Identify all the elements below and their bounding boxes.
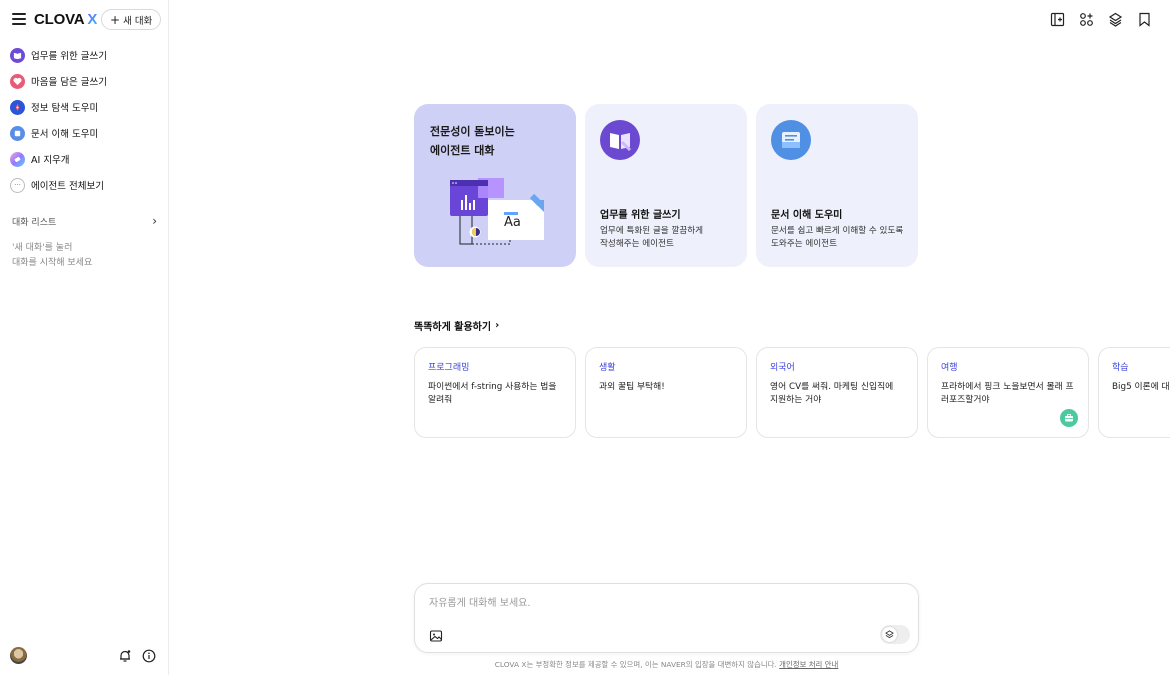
skill-layers-icon <box>882 627 897 642</box>
sidebar-footer <box>10 647 160 665</box>
sidebar-item-ai-eraser[interactable]: AI 지우개 <box>0 146 169 172</box>
top-toolbar <box>1049 11 1153 28</box>
disclaimer: CLOVA X는 부정확한 정보를 제공할 수 있으며, 이는 NAVER의 입… <box>414 659 919 670</box>
agent-nav: 업무를 위한 글쓰기 마음을 담은 글쓰기 정보 탐색 도우미 문서 이해 도우… <box>0 42 169 198</box>
sidebar-item-label: AI 지우개 <box>31 155 70 166</box>
tip-text: 과외 꿀팁 부탁해! <box>599 382 665 392</box>
new-chat-label: 새 대화 <box>123 15 153 27</box>
agent-cards: 전문성이 돋보이는 에이전트 대화 Aa 업무를 위한 글쓰기 업무에 특화된 … <box>414 104 918 267</box>
sidebar-item-all-agents[interactable]: ··· 에이전트 전체보기 <box>0 172 169 198</box>
compass-icon <box>10 99 25 115</box>
sidebar-item-info-search[interactable]: 정보 탐색 도우미 <box>0 94 169 120</box>
agent-card-doc-helper[interactable]: 문서 이해 도우미 문서를 쉽고 빠르게 이해할 수 있도록 도와주는 에이전트 <box>756 104 918 267</box>
agent-card-description: 문서를 쉽고 빠르게 이해할 수 있도록 도와주는 에이전트 <box>771 226 904 249</box>
document-icon <box>771 120 811 160</box>
more-icon: ··· <box>10 177 25 193</box>
sidebar-item-label: 에이전트 전체보기 <box>31 181 104 192</box>
tip-category: 학습 <box>1112 363 1129 373</box>
chevron-right-icon[interactable]: › <box>152 214 157 228</box>
tip-card[interactable]: 생활 과외 꿀팁 부탁해! <box>585 347 747 438</box>
chat-list-title: 대화 리스트 <box>12 217 57 228</box>
tip-card[interactable]: 외국어 영어 CV를 써줘. 마케팅 신입직에 지원하는 거야 <box>756 347 918 438</box>
tip-card[interactable]: 학습 Big5 이론에 대 <box>1098 347 1170 438</box>
tip-text: 파이썬에서 f-string 사용하는 법을 알려줘 <box>428 382 557 405</box>
logo[interactable]: CLOVA X <box>34 11 97 28</box>
sidebar-item-label: 정보 탐색 도우미 <box>31 103 99 114</box>
tip-category: 여행 <box>941 363 958 373</box>
tips-carousel: 프로그래밍 파이썬에서 f-string 사용하는 법을 알려줘 생활 과외 꿀… <box>414 347 1170 439</box>
sidebar-item-label: 마음을 담은 글쓰기 <box>31 77 107 88</box>
tip-card[interactable]: 프로그래밍 파이썬에서 f-string 사용하는 법을 알려줘 <box>414 347 576 438</box>
tip-category: 외국어 <box>770 363 795 373</box>
eraser-icon <box>10 151 25 167</box>
sidebar-item-doc-helper[interactable]: 문서 이해 도우미 <box>0 120 169 146</box>
privacy-link[interactable]: 개인정보 처리 안내 <box>779 660 838 669</box>
tip-text: 프라하에서 핑크 노을보면서 몰래 프러포즈할거야 <box>941 382 1074 405</box>
disclaimer-text: CLOVA X는 부정확한 정보를 제공할 수 있으며, 이는 NAVER의 입… <box>494 660 777 669</box>
sidebar-item-heartfelt-writing[interactable]: 마음을 담은 글쓰기 <box>0 68 169 94</box>
sidebar-item-label: 문서 이해 도우미 <box>31 129 99 140</box>
info-icon[interactable] <box>142 648 156 663</box>
featured-agent-card[interactable]: 전문성이 돋보이는 에이전트 대화 Aa <box>414 104 576 267</box>
chat-composer <box>414 583 919 653</box>
avatar[interactable] <box>10 647 27 664</box>
layers-icon[interactable] <box>1107 11 1124 28</box>
tip-category: 생활 <box>599 363 616 373</box>
agent-card-description: 업무에 특화된 글을 깔끔하게 작성해주는 에이전트 <box>600 226 704 249</box>
tip-category: 프로그래밍 <box>428 363 470 373</box>
agent-card-title: 문서 이해 도우미 <box>771 210 843 221</box>
document-icon <box>10 125 25 141</box>
chevron-right-icon: › <box>495 320 500 331</box>
bell-icon[interactable] <box>118 648 132 662</box>
apps-icon[interactable] <box>1078 11 1095 28</box>
featured-card-title: 전문성이 돋보이는 에이전트 대화 <box>430 125 515 157</box>
sidebar-item-business-writing[interactable]: 업무를 위한 글쓰기 <box>0 42 169 68</box>
agent-card-business-writing[interactable]: 업무를 위한 글쓰기 업무에 특화된 글을 깔끔하게 작성해주는 에이전트 <box>585 104 747 267</box>
chat-input[interactable] <box>429 594 899 612</box>
heart-icon <box>10 73 25 89</box>
chat-list-header[interactable]: 대화 리스트 › <box>12 214 157 228</box>
new-window-icon[interactable] <box>1049 11 1066 28</box>
tip-text: 영어 CV를 써줘. 마케팅 신입직에 지원하는 거야 <box>770 382 894 405</box>
sidebar-topbar: CLOVA X + 새 대화 <box>0 0 169 40</box>
book-icon <box>600 120 640 160</box>
tip-text: Big5 이론에 대 <box>1112 382 1170 392</box>
image-upload-icon[interactable] <box>429 628 443 642</box>
tips-title-text: 똑똑하게 활용하기 <box>414 322 492 333</box>
svg-text:Aa: Aa <box>504 215 521 230</box>
chat-list-empty-hint: '새 대화'를 눌러 대화를 시작해 보세요 <box>12 243 93 268</box>
new-chat-button[interactable]: + 새 대화 <box>101 9 162 30</box>
tips-section-title[interactable]: 똑똑하게 활용하기 › <box>414 318 499 333</box>
book-icon <box>10 47 25 63</box>
agent-card-title: 업무를 위한 글쓰기 <box>600 210 681 221</box>
sidebar: CLOVA X + 새 대화 업무를 위한 글쓰기 마음을 담은 글쓰기 정보 탐… <box>0 0 169 675</box>
plus-icon: + <box>110 12 121 27</box>
plugin-badge-icon <box>1060 409 1078 427</box>
skill-toggle[interactable] <box>880 625 910 644</box>
agent-illustration: Aa <box>450 178 544 245</box>
menu-icon[interactable] <box>12 13 26 25</box>
bookmark-icon[interactable] <box>1136 11 1153 28</box>
sidebar-item-label: 업무를 위한 글쓰기 <box>31 51 107 62</box>
tip-card[interactable]: 여행 프라하에서 핑크 노을보면서 몰래 프러포즈할거야 <box>927 347 1089 438</box>
